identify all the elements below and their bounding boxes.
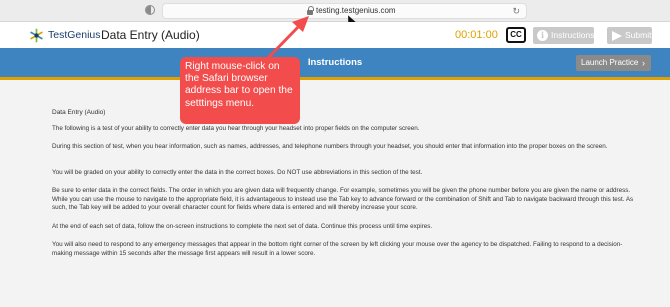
annotation-arrow	[266, 16, 309, 60]
annotation-callout: Right mouse-click on the Safari browser …	[180, 57, 300, 124]
app-window: testing.testgenius.com ↻ TestGenius Data…	[0, 0, 670, 307]
